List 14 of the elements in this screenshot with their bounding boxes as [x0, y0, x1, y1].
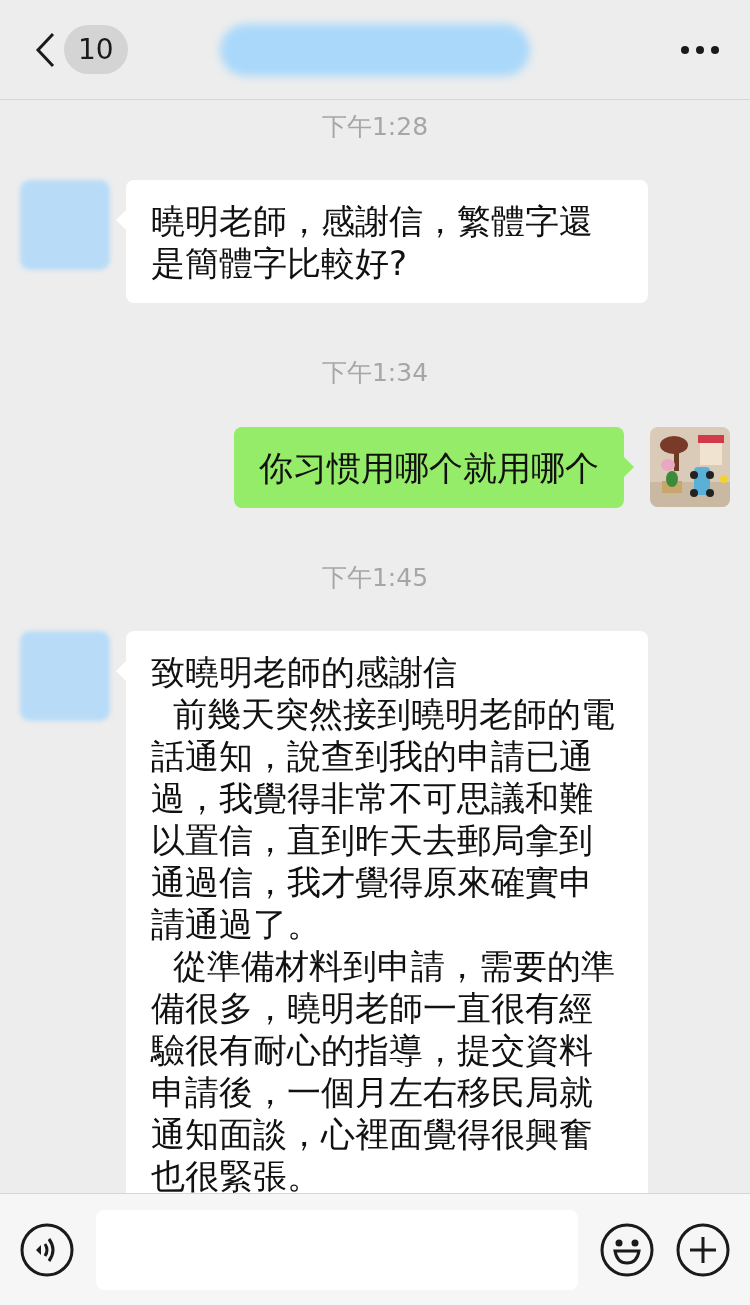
timestamp: 下午1:28: [321, 110, 429, 143]
message-text: 你习惯用哪个就用哪个: [259, 447, 599, 489]
timestamp: 下午1:45: [321, 561, 429, 594]
back-icon[interactable]: [34, 31, 56, 68]
message-text: 從準備材料到申請，需要的準備很多，曉明老師一直很有經驗很有耐心的指導，提交資料申請後，一個月左右移民局就通知面談，心裡面覺得很興奮也很緊張。: [151, 945, 616, 1193]
emoji-icon[interactable]: [600, 1222, 654, 1277]
unread-count: 10: [64, 25, 128, 74]
more-icon[interactable]: [680, 44, 720, 55]
plus-icon[interactable]: [676, 1222, 730, 1277]
message-text: 曉明老師，感謝信，繁體字還是簡體字比較好?: [151, 200, 594, 284]
message-text: 致曉明老師的感謝信: [151, 651, 458, 693]
message-text: 前幾天突然接到曉明老師的電話通知，說查到我的申請已通過，我覺得非常不可思議和難以置信，直到昨天去郵局拿到通過信，我才覺得原來確實申請通過了。: [151, 693, 616, 945]
voice-icon[interactable]: [20, 1222, 74, 1277]
timestamp: 下午1:34: [321, 356, 429, 389]
